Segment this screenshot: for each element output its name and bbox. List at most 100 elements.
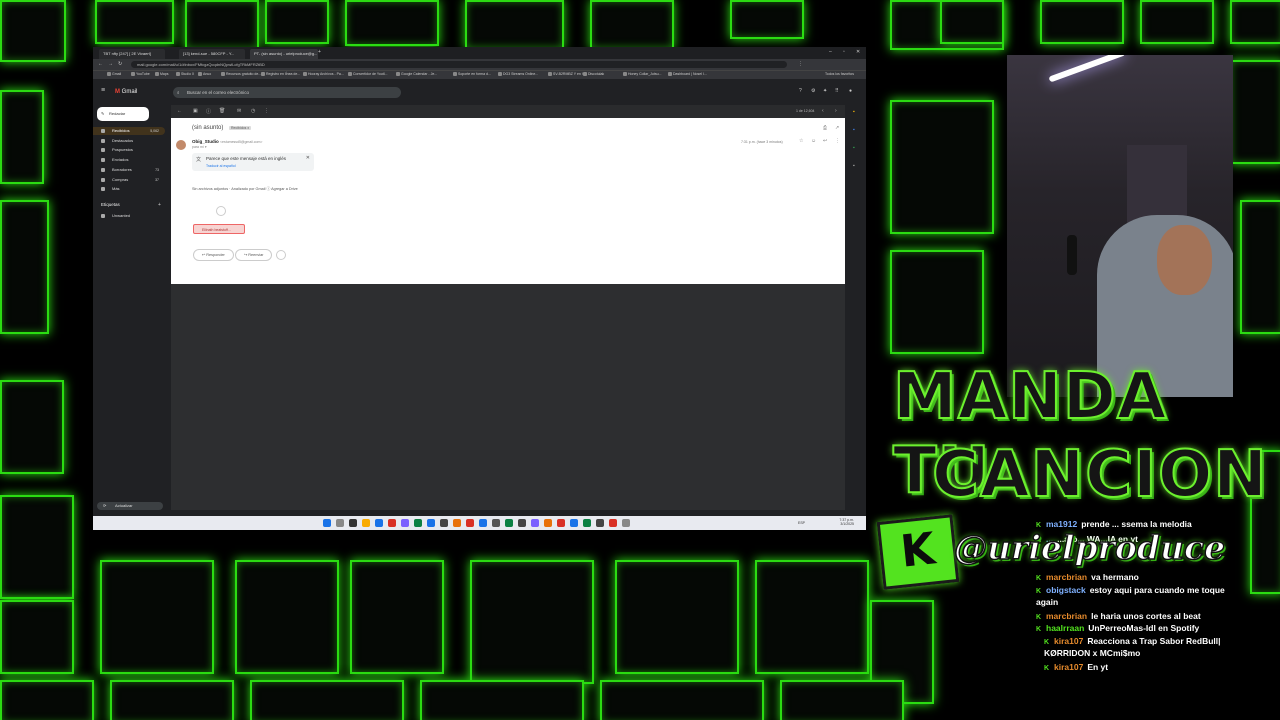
back-icon[interactable]: ←	[98, 61, 103, 67]
taskbar-app-icon[interactable]	[401, 519, 409, 527]
sidebar-item-enviados[interactable]: Enviados	[93, 156, 165, 164]
bookmark-item[interactable]: Maps	[155, 72, 169, 77]
taskbar-app-icon[interactable]	[518, 519, 526, 527]
taskbar-app-icon[interactable]	[570, 519, 578, 527]
gear-icon[interactable]: ⚙	[811, 88, 815, 94]
chat-username[interactable]: haalrraan	[1046, 623, 1084, 633]
forward-icon[interactable]: →	[108, 61, 113, 67]
star-icon[interactable]: ☆	[799, 138, 803, 144]
bookmark-item[interactable]: Gmail	[107, 72, 121, 77]
more-options-icon[interactable]: ⋮	[835, 138, 840, 144]
gemini-icon[interactable]: ✦	[823, 88, 827, 94]
taskbar-app-icon[interactable]	[544, 519, 552, 527]
emoji-react-button[interactable]	[276, 250, 286, 260]
forward-button[interactable]: ↪ Reenviar	[235, 249, 273, 261]
taskbar-app-icon[interactable]	[453, 519, 461, 527]
taskbar-app-icon[interactable]	[492, 519, 500, 527]
keep-side-icon[interactable]: ▪	[853, 127, 855, 133]
browser-tab[interactable]: TBT nfty [247] [ 2E Vivaert]	[99, 49, 165, 59]
bookmark-item[interactable]: Honey Collar_Jutsu...	[623, 72, 661, 77]
translate-link[interactable]: Traducir al español	[206, 164, 236, 168]
taskbar-app-icon[interactable]	[609, 519, 617, 527]
search-input[interactable]: ⌕ Buscar en el correo electrónico	[173, 87, 401, 98]
sidebar-item-borradores[interactable]: Borradores 73	[93, 166, 165, 174]
calendar-side-icon[interactable]: ▪	[853, 109, 855, 115]
taskbar-app-icon[interactable]	[362, 519, 370, 527]
emoji-icon[interactable]: ☺	[811, 138, 816, 144]
taskbar-clock[interactable]: 7:37 p.m. 3/1/2025	[839, 518, 854, 526]
print-icon[interactable]: ⎙	[823, 125, 827, 131]
bookmark-item[interactable]: Soporte en forma d...	[453, 72, 491, 77]
more-icon[interactable]: ⋮	[264, 108, 269, 114]
sidebar-item-pospuestos[interactable]: Pospuestos	[93, 146, 165, 154]
reply-icon[interactable]: ↩	[823, 138, 827, 144]
url-field[interactable]: mail.google.com/mail/u/1/#inbox/FMfcgzQc…	[131, 61, 787, 68]
reply-button[interactable]: ↩ Responder	[193, 249, 234, 261]
taskbar-app-icon[interactable]	[505, 519, 513, 527]
extensions-icon[interactable]: ⋮	[798, 61, 803, 67]
label-item[interactable]: Unwanted	[93, 212, 165, 220]
menu-icon[interactable]: ≡	[101, 87, 105, 94]
open-new-window-icon[interactable]: ↗	[835, 125, 839, 131]
update-button[interactable]: ⟳ Actualizar	[97, 502, 163, 510]
taskbar-app-icon[interactable]	[375, 519, 383, 527]
gmail-logo[interactable]: M Gmail	[115, 89, 137, 95]
sidebar-item-compras[interactable]: Compras 37	[93, 176, 165, 184]
close-window-icon[interactable]: ✕	[856, 49, 860, 55]
taskbar-app-icon[interactable]	[622, 519, 630, 527]
taskbar-app-icon[interactable]	[583, 519, 591, 527]
bookmark-item[interactable]: Registro en lÍnea de...	[261, 72, 300, 77]
taskbar-app-icon[interactable]	[557, 519, 565, 527]
sidebar-item-recibidos[interactable]: Recibidos 5,062	[93, 127, 165, 135]
chat-username[interactable]: marcbrian	[1046, 572, 1087, 582]
back-to-inbox-icon[interactable]: ←	[177, 108, 182, 114]
prev-email-icon[interactable]: ‹	[822, 108, 824, 114]
recipient-line[interactable]: para mí ▾	[192, 145, 207, 149]
bookmark-item[interactable]: SV-B2RMBZ Y en V...	[548, 72, 587, 77]
bookmark-item[interactable]: Hooray Archivos - Pa...	[303, 72, 344, 77]
bookmark-item[interactable]: DG3 Streams Online...	[498, 72, 538, 77]
trash-icon[interactable]: 🗑	[219, 108, 225, 114]
account-icon[interactable]: ●	[849, 88, 852, 94]
bookmark-item[interactable]: Convertidor de Youtl...	[348, 72, 387, 77]
bookmark-item[interactable]: Google Calendar - Je...	[396, 72, 437, 77]
taskbar-app-icon[interactable]	[531, 519, 539, 527]
bookmark-item[interactable]: Discotulak	[583, 72, 604, 77]
report-icon[interactable]: ⓘ	[206, 108, 211, 115]
all-bookmarks[interactable]: Todos los favoritos	[825, 72, 854, 76]
audio-icon[interactable]	[216, 206, 226, 216]
language-indicator[interactable]: ESP	[798, 521, 805, 525]
bookmark-item[interactable]: Studio X	[176, 72, 194, 77]
sidebar-item-más[interactable]: Más	[93, 185, 165, 193]
next-email-icon[interactable]: ›	[835, 108, 837, 114]
chat-username[interactable]: kira107	[1054, 636, 1083, 646]
taskbar-app-icon[interactable]	[349, 519, 357, 527]
browser-tab-active[interactable]: PT- (sin asunto) - urielproduce@g...	[250, 49, 318, 59]
taskbar-app-icon[interactable]	[596, 519, 604, 527]
taskbar-app-icon[interactable]	[466, 519, 474, 527]
chat-username[interactable]: obigstack	[1046, 585, 1086, 595]
new-tab-icon[interactable]: +	[318, 49, 321, 55]
minimize-icon[interactable]: –	[829, 49, 832, 55]
chat-username[interactable]: kira107	[1054, 662, 1083, 672]
compose-button[interactable]: ✎ Redactar	[97, 107, 149, 121]
contacts-side-icon[interactable]: ▪	[853, 163, 855, 169]
archive-icon[interactable]: ▣	[193, 108, 198, 114]
taskbar-app-icon[interactable]	[427, 519, 435, 527]
taskbar-app-icon[interactable]	[388, 519, 396, 527]
close-icon[interactable]: ✕	[306, 155, 310, 161]
taskbar-app-icon[interactable]	[336, 519, 344, 527]
browser-tab[interactable]: [13] kend-sue - 580CFP - Y...	[179, 49, 245, 59]
mark-unread-icon[interactable]: ✉	[237, 108, 241, 114]
bookmark-item[interactable]: Anuo	[198, 72, 211, 77]
bookmark-item[interactable]: Dashboard | Nosel I...	[668, 72, 707, 77]
taskbar-app-icon[interactable]	[414, 519, 422, 527]
attachment-chip[interactable]: Ellinath beatstuff...	[193, 224, 245, 234]
inbox-badge[interactable]: Recibidos x	[229, 126, 252, 130]
taskbar-app-icon[interactable]	[323, 519, 331, 527]
sidebar-item-destacados[interactable]: Destacados	[93, 137, 165, 145]
tasks-side-icon[interactable]: ▪	[853, 145, 855, 151]
help-icon[interactable]: ?	[799, 88, 802, 94]
bookmark-item[interactable]: Recursos gratuito de...	[221, 72, 261, 77]
add-label-icon[interactable]: +	[158, 202, 161, 208]
